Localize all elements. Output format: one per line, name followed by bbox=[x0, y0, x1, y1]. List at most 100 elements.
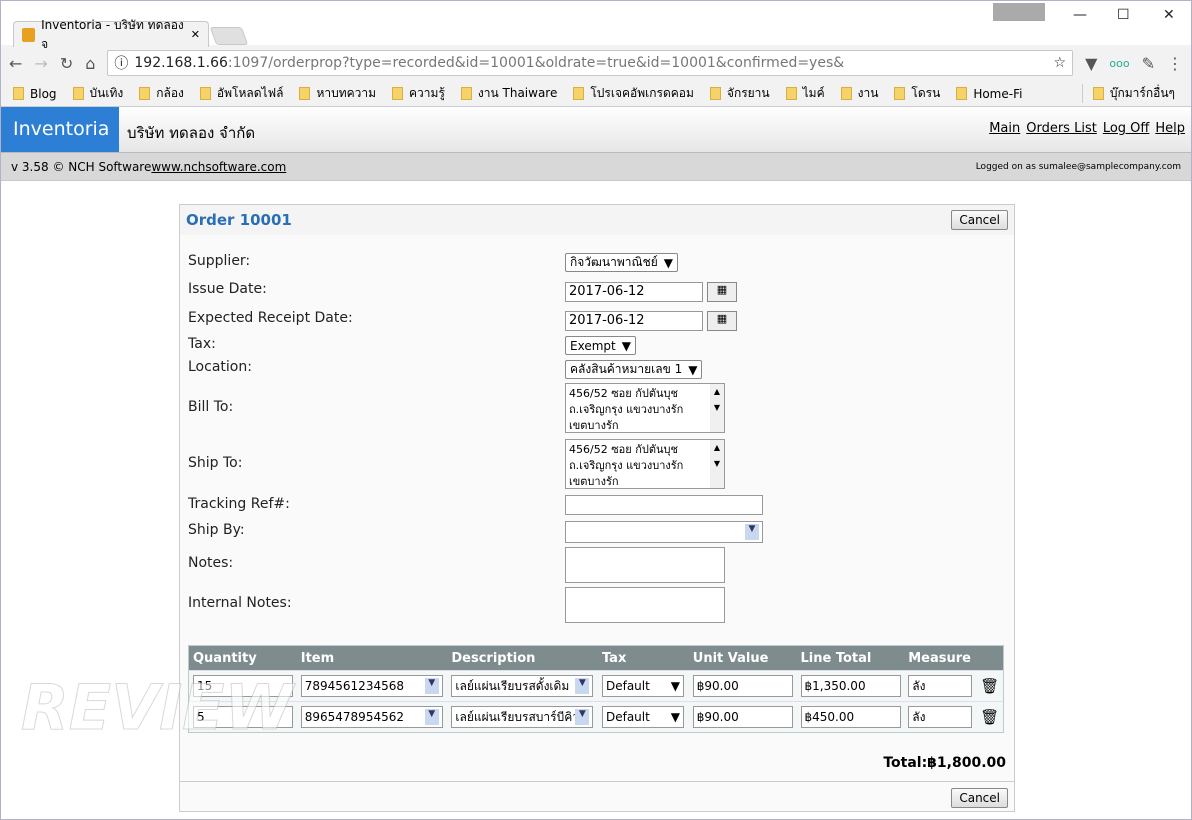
nav-orders-list[interactable]: Orders List bbox=[1026, 121, 1097, 138]
forward-icon[interactable]: → bbox=[34, 54, 47, 73]
bookmark-item[interactable]: หาบทความ bbox=[299, 84, 376, 103]
notes-textarea[interactable] bbox=[565, 547, 725, 583]
supplier-label: Supplier: bbox=[188, 253, 251, 269]
bill-to-label: Bill To: bbox=[188, 399, 234, 415]
bookmark-label: กล้อง bbox=[156, 86, 184, 100]
bookmarks-bar: Blog บันเทิง กล้อง อัพโหลดไฟล์ หาบทความ ความร… bbox=[1, 81, 1191, 107]
trash-icon[interactable]: 🗑 bbox=[980, 708, 999, 726]
menu-icon[interactable]: ⋮ bbox=[1167, 54, 1183, 73]
bookmark-item[interactable]: โดรน bbox=[894, 84, 940, 103]
description-select[interactable]: เลย์แผ่นเรียบรสดั้งเดิม ▼ bbox=[451, 675, 594, 697]
bookmark-item[interactable]: จักรยาน bbox=[709, 84, 770, 103]
other-bookmarks[interactable]: บุ๊กมาร์กอื่นๆ bbox=[1081, 84, 1175, 103]
tax-label: Tax: bbox=[188, 336, 216, 352]
bookmark-item[interactable]: โปรเจคอัพเกรดคอม bbox=[573, 84, 694, 103]
home-icon[interactable]: ⌂ bbox=[85, 54, 95, 73]
bookmark-item[interactable]: Blog bbox=[13, 87, 57, 101]
table-row: 5 8965478954562 ▼ เลย์แผ่นเรียบรสบาร์บีคิ… bbox=[189, 701, 1003, 732]
app-header: Inventoria บริษัท ทดลอง จำกัด Main Orders… bbox=[1, 107, 1191, 153]
col-measure: Measure bbox=[908, 650, 971, 666]
description-select[interactable]: เลย์แผ่นเรียบรสบาร์บีคิว ▼ bbox=[451, 706, 594, 728]
unit-value-input[interactable]: ฿90.00 bbox=[692, 675, 793, 697]
col-quantity: Quantity bbox=[193, 650, 257, 666]
bookmark-item[interactable]: กล้อง bbox=[139, 84, 184, 103]
star-icon[interactable]: ☆ bbox=[1054, 55, 1067, 71]
table-header: Quantity Item Description Tax Unit Value Line… bbox=[189, 646, 1003, 670]
bookmark-label: ไมค์ bbox=[802, 86, 825, 100]
close-window-icon[interactable]: ✕ bbox=[1163, 7, 1175, 23]
notes-label: Notes: bbox=[188, 555, 234, 571]
nch-link[interactable]: www.nchsoftware.com bbox=[151, 160, 286, 174]
back-icon[interactable]: ← bbox=[9, 54, 22, 73]
line-total-input[interactable]: ฿1,350.00 bbox=[800, 675, 901, 697]
maximize-icon[interactable]: ☐ bbox=[1117, 7, 1130, 23]
address-bar[interactable]: ⓘ 192.168.1.66:1097/orderprop?type=record… bbox=[107, 50, 1074, 76]
folder-icon bbox=[392, 87, 404, 100]
item-select[interactable]: 7894561234568 ▼ bbox=[300, 675, 443, 697]
nav-log-off[interactable]: Log Off bbox=[1103, 121, 1150, 138]
bookmark-label: บันเทิง bbox=[89, 86, 124, 100]
url-path: :1097/orderprop?type=recorded&id=10001&o… bbox=[227, 55, 845, 71]
measure-input[interactable]: ลัง bbox=[908, 706, 973, 728]
favicon-icon bbox=[22, 27, 36, 42]
bookmark-label: ความรู้ bbox=[409, 86, 445, 100]
measure-input[interactable]: ลัง bbox=[908, 675, 973, 697]
supplier-select[interactable]: กิจวัฒนาพาณิชย์ ▼ bbox=[565, 253, 679, 272]
issue-date-input[interactable]: 2017-06-12 bbox=[565, 282, 703, 302]
bookmark-item[interactable]: ไมค์ bbox=[785, 84, 825, 103]
quantity-input[interactable]: 15 bbox=[193, 675, 293, 697]
expected-date-input[interactable]: 2017-06-12 bbox=[565, 311, 703, 331]
tab-title: Inventoria - บริษัท ทดลอง จ bbox=[41, 17, 184, 51]
bookmark-label: จักรยาน bbox=[726, 86, 770, 100]
line-total-input[interactable]: ฿450.00 bbox=[800, 706, 901, 728]
bookmark-label: งาน bbox=[857, 86, 879, 100]
browser-titlebar: Inventoria - บริษัท ทดลอง จ ✕ — ☐ ✕ bbox=[1, 1, 1191, 51]
order-panel: Order 10001 Cancel Supplier: กิจวัฒนาพาณิ… bbox=[179, 204, 1015, 812]
unit-value-input[interactable]: ฿90.00 bbox=[692, 706, 793, 728]
cancel-button-top[interactable]: Cancel bbox=[951, 210, 1008, 230]
browser-tab[interactable]: Inventoria - บริษัท ทดลอง จ ✕ bbox=[13, 18, 209, 51]
bookmark-label: หาบทความ bbox=[316, 86, 377, 100]
bookmark-label: งาน Thaiware bbox=[477, 86, 558, 100]
bill-to-textarea[interactable]: 456/52 ซอย กัปตันบุช ถ.เจริญกรุง แขวงบางร… bbox=[565, 383, 725, 433]
pocket-icon[interactable]: ▼ bbox=[1085, 54, 1097, 73]
tax-select[interactable]: Default ▼ bbox=[601, 675, 684, 697]
close-tab-icon[interactable]: ✕ bbox=[191, 28, 200, 41]
minimize-icon[interactable]: — bbox=[1073, 7, 1087, 23]
chevron-down-icon: ▼ bbox=[424, 678, 439, 694]
item-select[interactable]: 8965478954562 ▼ bbox=[300, 706, 443, 728]
calendar-icon[interactable]: ▦ bbox=[707, 282, 737, 302]
nav-help[interactable]: Help bbox=[1155, 121, 1185, 138]
nav-main[interactable]: Main bbox=[989, 121, 1020, 138]
bookmark-item[interactable]: อัพโหลดไฟล์ bbox=[199, 84, 283, 103]
bookmark-item[interactable]: บันเทิง bbox=[72, 84, 124, 103]
quantity-input[interactable]: 5 bbox=[193, 706, 293, 728]
col-tax: Tax bbox=[601, 650, 627, 666]
trash-icon[interactable]: 🗑 bbox=[980, 677, 999, 695]
bookmark-item[interactable]: Home-Fi bbox=[956, 87, 1022, 101]
location-label: Location: bbox=[188, 359, 252, 375]
bookmark-item[interactable]: งาน Thaiware bbox=[460, 84, 558, 103]
tax-select[interactable]: Exempt ▼ bbox=[565, 336, 636, 355]
folder-icon bbox=[299, 87, 311, 100]
internal-notes-textarea[interactable] bbox=[565, 587, 725, 623]
extension-icon[interactable]: ooo bbox=[1109, 57, 1129, 70]
top-nav: Main Orders List Log Off Help bbox=[983, 107, 1191, 152]
bookmark-item[interactable]: ความรู้ bbox=[392, 84, 445, 103]
folder-icon bbox=[956, 87, 968, 100]
tracking-input[interactable] bbox=[565, 495, 763, 515]
cancel-button-bottom[interactable]: Cancel bbox=[951, 787, 1008, 808]
pen-icon[interactable]: ✎ bbox=[1142, 54, 1155, 73]
new-tab-button[interactable] bbox=[209, 27, 249, 45]
location-select[interactable]: คลังสินค้าหมายเลข 1 ▼ bbox=[565, 360, 703, 379]
url-host: 192.168.1.66 bbox=[134, 55, 228, 71]
bookmark-item[interactable]: งาน bbox=[840, 84, 879, 103]
ship-to-textarea[interactable]: 456/52 ซอย กัปตันบุช ถ.เจริญกรุง แขวงบางร… bbox=[565, 439, 725, 489]
tracking-label: Tracking Ref#: bbox=[188, 496, 290, 512]
calendar-icon[interactable]: ▦ bbox=[707, 311, 737, 331]
folder-icon bbox=[840, 87, 852, 100]
ship-by-select[interactable]: ▼ bbox=[565, 521, 763, 543]
tax-select[interactable]: Default ▼ bbox=[601, 706, 684, 728]
profile-badge[interactable] bbox=[993, 3, 1045, 21]
reload-icon[interactable]: ↻ bbox=[60, 54, 73, 73]
